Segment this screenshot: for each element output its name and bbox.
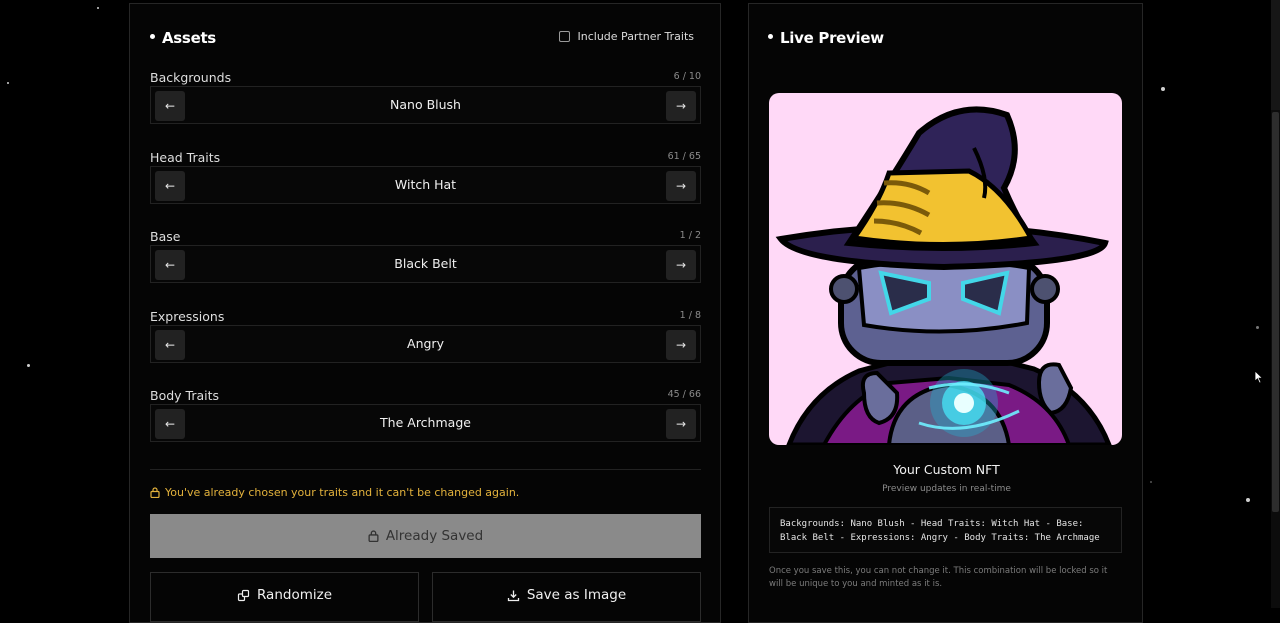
partner-traits-label: Include Partner Traits [577, 30, 694, 43]
randomize-label: Randomize [256, 587, 333, 603]
prev-head-traits-button[interactable]: ← [155, 171, 185, 201]
arrow-left-icon: ← [164, 258, 176, 272]
star [1161, 87, 1165, 91]
trait-value: Angry [407, 336, 444, 351]
cursor-icon [1254, 370, 1264, 384]
lock-icon [368, 530, 379, 542]
include-partner-traits-checkbox[interactable]: Include Partner Traits [558, 30, 694, 43]
trait-count: 45 / 66 [667, 389, 701, 400]
prev-base-button[interactable]: ← [155, 250, 185, 280]
next-base-button[interactable]: → [666, 250, 696, 280]
next-expressions-button[interactable]: → [666, 330, 696, 360]
next-head-traits-button[interactable]: → [666, 171, 696, 201]
bullet-icon [150, 34, 155, 39]
trait-count: 6 / 10 [673, 71, 701, 82]
trait-selector: ← The Archmage → [150, 404, 701, 442]
next-body-traits-button[interactable]: → [666, 409, 696, 439]
prev-expressions-button[interactable]: ← [155, 330, 185, 360]
trait-value: Nano Blush [390, 97, 461, 112]
trait-label: Base [150, 229, 181, 244]
save-as-image-button[interactable]: Save as Image [432, 572, 701, 622]
trait-label: Backgrounds [150, 70, 232, 85]
assets-panel: Assets Include Partner Traits Background… [129, 3, 721, 623]
arrow-left-icon: ← [164, 338, 176, 352]
assets-title-text: Assets [162, 29, 216, 47]
lock-icon [150, 487, 160, 498]
locked-warning: You've already chosen your traits and it… [150, 486, 519, 499]
trait-selector: ← Witch Hat → [150, 166, 701, 204]
saved-label: Already Saved [385, 528, 484, 544]
trait-selector: ← Black Belt → [150, 245, 701, 283]
page-scrollbar[interactable] [1271, 0, 1280, 608]
bullet-icon [768, 34, 773, 39]
nft-subtitle: Preview updates in real-time [882, 484, 1011, 494]
star [1256, 326, 1259, 329]
save-note: Once you save this, you can not change i… [769, 566, 1108, 589]
arrow-right-icon: → [675, 417, 687, 431]
nft-character-illustration [775, 106, 1112, 445]
arrow-right-icon: → [675, 99, 687, 113]
trait-selector: ← Angry → [150, 325, 701, 363]
star [1150, 481, 1152, 483]
live-preview-panel: Live Preview Your Custom NFT Preview upd… [748, 3, 1143, 623]
nft-title: Your Custom NFT [893, 462, 1000, 477]
already-saved-button[interactable]: Already Saved [150, 514, 701, 558]
trait-label: Expressions [150, 309, 225, 324]
arrow-left-icon: ← [164, 99, 176, 113]
arrow-right-icon: → [675, 258, 687, 272]
preview-title-text: Live Preview [780, 29, 884, 47]
traits-summary-box: Backgrounds: Nano Blush - Head Traits: W… [769, 507, 1122, 553]
assets-title: Assets [150, 29, 216, 47]
trait-value: Witch Hat [394, 177, 457, 192]
scrollbar-thumb[interactable] [1272, 112, 1279, 512]
divider [150, 469, 701, 470]
shuffle-icon [237, 589, 250, 602]
arrow-right-icon: → [675, 179, 687, 193]
warning-text: You've already chosen your traits and it… [165, 486, 520, 499]
star [27, 364, 30, 367]
arrow-right-icon: → [675, 338, 687, 352]
star [97, 7, 99, 9]
next-backgrounds-button[interactable]: → [666, 91, 696, 121]
download-icon [507, 590, 519, 602]
checkbox-icon[interactable] [558, 31, 570, 42]
prev-backgrounds-button[interactable]: ← [155, 91, 185, 121]
trait-selector: ← Nano Blush → [150, 86, 701, 124]
trait-label: Body Traits [150, 388, 220, 403]
trait-count: 1 / 8 [679, 310, 701, 321]
trait-value: The Archmage [380, 415, 471, 430]
traits-summary: Backgrounds: Nano Blush - Head Traits: W… [780, 519, 1100, 543]
trait-count: 1 / 2 [679, 230, 701, 241]
arrow-left-icon: ← [164, 179, 176, 193]
trait-label: Head Traits [150, 150, 221, 165]
randomize-button[interactable]: Randomize [150, 572, 419, 622]
trait-count: 61 / 65 [667, 151, 701, 162]
star [1246, 498, 1250, 502]
arrow-left-icon: ← [164, 417, 176, 431]
trait-value: Black Belt [394, 256, 457, 271]
star [7, 82, 9, 84]
prev-body-traits-button[interactable]: ← [155, 409, 185, 439]
preview-title: Live Preview [768, 29, 884, 47]
nft-image [769, 93, 1122, 445]
scrollbar-track-top [1271, 0, 1280, 110]
save-image-label: Save as Image [526, 587, 627, 603]
